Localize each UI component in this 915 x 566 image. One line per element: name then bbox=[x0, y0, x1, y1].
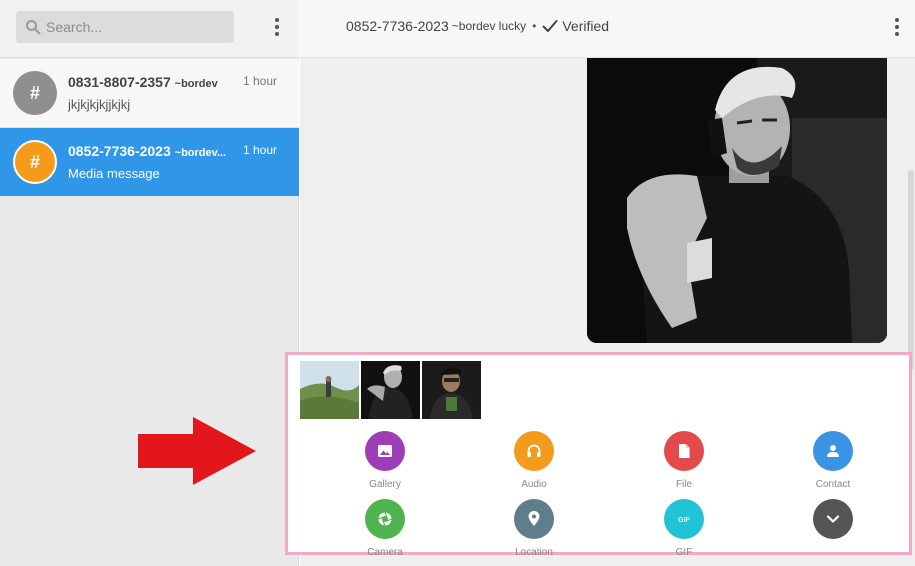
verified-label: Verified bbox=[562, 18, 610, 34]
chat-number: 0852-7736-2023 bbox=[346, 18, 449, 34]
contact-circle bbox=[813, 431, 853, 471]
gif-label: GIF bbox=[675, 547, 693, 558]
conversation-number: 0852-7736-2023 bbox=[68, 143, 171, 159]
more-options-button[interactable] bbox=[773, 499, 893, 547]
portrait-bw-thumbnail bbox=[361, 361, 420, 419]
red-arrow-annotation bbox=[138, 417, 256, 485]
contact-label: Contact bbox=[815, 479, 851, 490]
chevron-down-icon bbox=[826, 515, 840, 523]
more-circle bbox=[813, 499, 853, 539]
avatar: # bbox=[13, 140, 57, 184]
chat-header: 0852-7736-2023 ~bordev lucky • Verified bbox=[300, 0, 915, 58]
gallery-circle bbox=[365, 431, 405, 471]
chat-title[interactable]: 0852-7736-2023 ~bordev lucky • Verified bbox=[346, 18, 609, 34]
location-button[interactable]: Location bbox=[474, 499, 594, 558]
conversation-alias: ~bordev bbox=[174, 78, 218, 90]
chat-alias: ~bordev lucky bbox=[451, 19, 527, 33]
gif-icon: GIF bbox=[678, 517, 690, 524]
audio-label: Audio bbox=[521, 479, 547, 490]
gallery-button[interactable]: Gallery bbox=[325, 431, 445, 490]
conversation-item-selected[interactable]: # 0852-7736-2023 ~bordev... 1 hour Media… bbox=[0, 128, 299, 196]
portrait-selfie-thumbnail bbox=[422, 361, 481, 419]
conversation-name: 0831-8807-2357 ~bordev bbox=[68, 74, 238, 90]
search-input[interactable] bbox=[46, 11, 230, 43]
file-button[interactable]: File bbox=[624, 431, 744, 490]
conversation-number: 0831-8807-2357 bbox=[68, 74, 171, 90]
audio-button[interactable]: Audio bbox=[474, 431, 594, 490]
camera-icon bbox=[378, 512, 392, 526]
check-icon bbox=[542, 20, 558, 32]
conversation-name: 0852-7736-2023 ~bordev... bbox=[68, 143, 238, 159]
person-icon bbox=[827, 445, 839, 457]
sidebar-menu-icon[interactable] bbox=[274, 18, 280, 36]
conversation-item[interactable]: # 0831-8807-2357 ~bordev 1 hour jkjkjkjk… bbox=[0, 59, 299, 128]
headphones-icon bbox=[527, 444, 541, 457]
audio-circle bbox=[514, 431, 554, 471]
media-thumbnail[interactable] bbox=[300, 361, 359, 419]
file-circle bbox=[664, 431, 704, 471]
conversation-time: 1 hour bbox=[243, 74, 278, 88]
separator-dot: • bbox=[532, 19, 537, 33]
image-icon bbox=[378, 445, 392, 457]
chat-menu-icon[interactable] bbox=[894, 18, 900, 36]
file-label: File bbox=[675, 479, 693, 490]
landscape-thumbnail bbox=[300, 361, 359, 419]
portrait-photo bbox=[587, 58, 887, 343]
location-circle bbox=[514, 499, 554, 539]
conversation-preview: Media message bbox=[68, 166, 160, 181]
location-pin-icon bbox=[528, 511, 540, 526]
avatar: # bbox=[13, 71, 57, 115]
image-message[interactable] bbox=[587, 58, 887, 343]
location-label: Location bbox=[515, 547, 553, 558]
conversation-preview: jkjkjkjkjjkjkj bbox=[68, 97, 131, 112]
recent-media-strip bbox=[300, 361, 481, 419]
camera-circle bbox=[365, 499, 405, 539]
media-thumbnail[interactable] bbox=[361, 361, 420, 419]
camera-button[interactable]: Camera bbox=[325, 499, 445, 558]
media-thumbnail[interactable] bbox=[422, 361, 481, 419]
conversation-time: 1 hour bbox=[243, 143, 278, 157]
contact-button[interactable]: Contact bbox=[773, 431, 893, 490]
gif-button[interactable]: GIF GIF bbox=[624, 499, 744, 558]
gif-circle: GIF bbox=[664, 499, 704, 539]
gallery-label: Gallery bbox=[369, 479, 401, 490]
attachment-panel: Gallery Audio File Contact Camera Locati… bbox=[285, 352, 912, 558]
scrollbar[interactable] bbox=[908, 170, 914, 370]
sidebar-header bbox=[0, 0, 299, 58]
file-icon bbox=[679, 444, 690, 458]
search-icon bbox=[26, 20, 41, 35]
conversation-alias: ~bordev... bbox=[174, 147, 227, 159]
search-box[interactable] bbox=[16, 11, 234, 43]
svg-text:GIF: GIF bbox=[678, 517, 690, 524]
camera-label: Camera bbox=[367, 547, 403, 558]
